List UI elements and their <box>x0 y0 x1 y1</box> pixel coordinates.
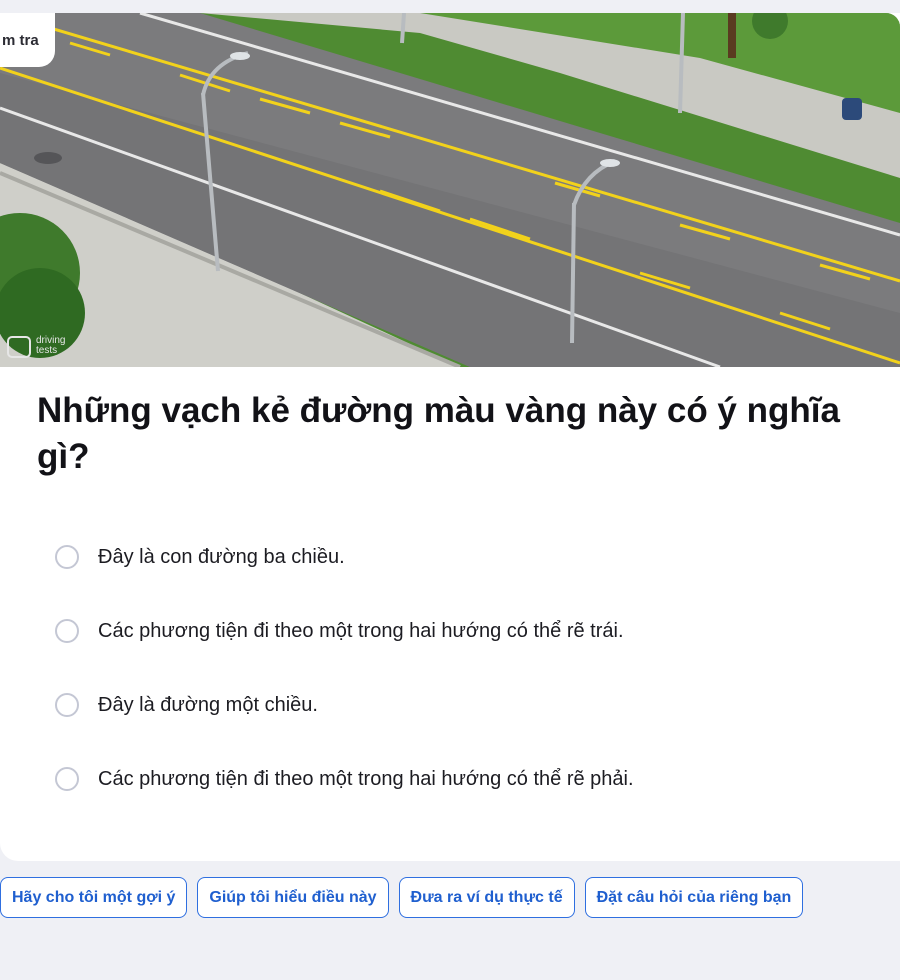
answer-label: Các phương tiện đi theo một trong hai hư… <box>98 619 624 642</box>
ask-question-button[interactable]: Đặt câu hỏi của riêng bạn <box>584 877 804 918</box>
question-text: Những vạch kẻ đường màu vàng này có ý ng… <box>37 391 840 476</box>
example-button[interactable]: Đưa ra ví dụ thực tế <box>398 877 575 918</box>
radio-button[interactable] <box>55 693 79 717</box>
radio-button[interactable] <box>55 767 79 791</box>
hint-button[interactable]: Hãy cho tôi một gợi ý <box>0 877 188 918</box>
road-illustration: driving tests m tra <box>0 13 900 367</box>
radio-button[interactable] <box>55 619 79 643</box>
radio-button[interactable] <box>55 545 79 569</box>
answer-option-4[interactable]: Các phương tiện đi theo một trong hai hư… <box>55 764 634 794</box>
answer-options: Đây là con đường ba chiều. Các phương ti… <box>55 542 634 838</box>
question-card: driving tests m tra Những vạch kẻ đường … <box>0 13 900 861</box>
answer-label: Các phương tiện đi theo một trong hai hư… <box>98 767 634 790</box>
help-chips: Hãy cho tôi một gợi ý Giúp tôi hiểu điều… <box>0 877 804 918</box>
answer-option-1[interactable]: Đây là con đường ba chiều. <box>55 542 634 572</box>
watermark-text: driving tests <box>36 335 66 356</box>
answer-option-3[interactable]: Đây là đường một chiều. <box>55 690 634 720</box>
answer-option-2[interactable]: Các phương tiện đi theo một trong hai hư… <box>55 616 634 646</box>
answer-label: Đây là con đường ba chiều. <box>98 545 345 568</box>
explain-button[interactable]: Giúp tôi hiểu điều này <box>197 877 389 918</box>
answer-label: Đây là đường một chiều. <box>98 693 318 716</box>
quiz-tag: m tra <box>0 13 55 67</box>
